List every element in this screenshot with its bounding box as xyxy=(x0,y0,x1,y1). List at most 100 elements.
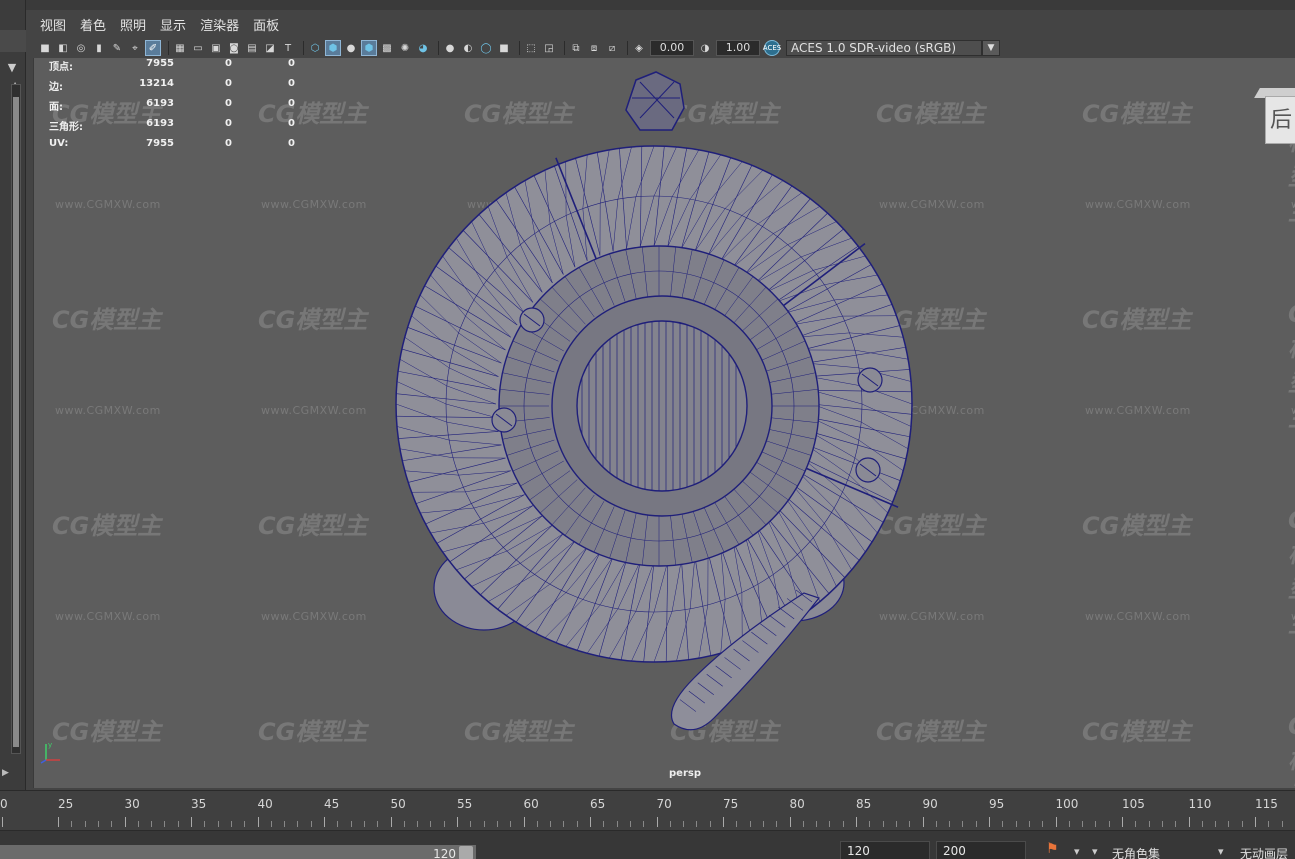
hud-value: 0 xyxy=(288,58,295,69)
timeline-minor-tick xyxy=(417,821,419,827)
character-set-select[interactable]: 无角色集 xyxy=(1112,845,1160,859)
timeline-tick-label: 55 xyxy=(457,797,473,811)
timeline-minor-tick xyxy=(629,821,631,827)
range-slider-handle[interactable] xyxy=(459,846,473,859)
timeline-minor-tick xyxy=(949,821,951,827)
image-plane-icon[interactable]: ▮ xyxy=(92,41,106,55)
exposure-field[interactable]: 0.00 xyxy=(650,40,694,56)
wireframe-cube-icon[interactable]: ⬡ xyxy=(308,41,322,55)
timeline-minor-tick xyxy=(1148,821,1150,827)
timeline-tick xyxy=(457,817,458,827)
2d-pan-zoom-icon[interactable]: ⌖ xyxy=(128,41,142,55)
gamma-field[interactable]: 1.00 xyxy=(716,40,760,56)
hud-value: 0 xyxy=(288,98,295,109)
timeline-minor-tick xyxy=(576,821,578,827)
depth-of-field-icon[interactable]: ■ xyxy=(497,41,511,55)
menu-shading[interactable]: 着色 xyxy=(80,15,106,34)
wireframe-model[interactable] xyxy=(34,58,1295,788)
timeline-minor-tick xyxy=(297,821,299,827)
isolate-select-icon[interactable]: ⬚ xyxy=(524,41,538,55)
collapse-arrow-icon[interactable]: ▼ xyxy=(4,62,20,74)
timeline-tick-label: 95 xyxy=(989,797,1005,811)
timeline-tick-label: 80 xyxy=(789,797,805,811)
menu-panels[interactable]: 面板 xyxy=(253,15,279,34)
default-material-icon[interactable]: ● xyxy=(344,41,358,55)
timeline-tick xyxy=(2,817,3,827)
range-slider[interactable] xyxy=(0,845,476,859)
lens-face xyxy=(576,320,748,492)
timeline-minor-tick xyxy=(111,821,113,827)
timeline-tick xyxy=(1188,817,1190,827)
film-gate-icon[interactable]: ▭ xyxy=(191,41,205,55)
timeline-minor-tick xyxy=(1108,821,1110,827)
camera-attributes-icon[interactable]: ◧ xyxy=(56,41,70,55)
timeline-minor-tick xyxy=(935,821,937,827)
auto-key-icon[interactable]: ⚑ xyxy=(1046,841,1062,859)
anim-layer-select[interactable]: 无动画层 xyxy=(1240,845,1288,859)
toolbar-separator xyxy=(564,41,565,55)
color-management-icon[interactable]: ACES xyxy=(763,40,781,56)
toolbar-separator xyxy=(438,41,439,55)
field-chart-icon[interactable]: ▤ xyxy=(245,41,259,55)
shadows-icon[interactable]: ◕ xyxy=(416,41,430,55)
timeline-minor-tick xyxy=(1042,821,1044,827)
hud-value: 0 xyxy=(225,58,232,69)
timeline-minor-tick xyxy=(669,821,671,827)
smooth-shade-cube-icon[interactable]: ⬢ xyxy=(325,40,341,56)
chevron-down-icon[interactable]: ▾ xyxy=(1074,845,1080,858)
menu-view[interactable]: 视图 xyxy=(40,15,66,34)
textured-icon[interactable]: ▩ xyxy=(380,41,394,55)
exposure-icon[interactable]: ◈ xyxy=(632,41,646,55)
xray-icon[interactable]: ◲ xyxy=(542,41,556,55)
timeline-tick-label: 45 xyxy=(324,797,340,811)
timeline-tick xyxy=(1122,817,1123,827)
timeline-tick xyxy=(257,817,259,827)
safe-action-icon[interactable]: ◪ xyxy=(263,41,277,55)
animation-end-field[interactable]: 200 xyxy=(936,841,1026,859)
grid-icon[interactable]: ▦ xyxy=(173,41,187,55)
timeline-tick xyxy=(324,817,325,827)
view-transform-select[interactable]: ACES 1.0 SDR-video (sRGB) xyxy=(786,40,982,56)
playback-end-field[interactable]: 120 xyxy=(840,841,930,859)
left-scrollbar[interactable] xyxy=(11,84,21,754)
menu-renderer[interactable]: 渲染器 xyxy=(200,15,239,34)
chevron-down-icon[interactable]: ▼ xyxy=(982,40,1000,56)
xray-active-components-icon[interactable]: ⧈ xyxy=(587,41,601,55)
timeline-tick-label: 75 xyxy=(723,797,739,811)
persp-viewport[interactable]: CG模型主 www.CGMXW.com CG模型主 www.CGMXW.com CG模型… xyxy=(33,58,1295,788)
timeline-minor-tick xyxy=(177,821,179,827)
chevron-down-icon[interactable]: ▾ xyxy=(1218,845,1224,858)
chevron-down-icon[interactable]: ▾ xyxy=(1092,845,1098,858)
wireframe-on-shaded-icon[interactable]: ⬢ xyxy=(361,40,377,56)
bookmark-camera-icon[interactable]: ◎ xyxy=(74,41,88,55)
grease-pencil-active-icon[interactable]: ✐ xyxy=(145,40,161,56)
motion-blur-icon[interactable]: ◐ xyxy=(461,41,475,55)
backface-culling-icon[interactable]: ⧄ xyxy=(605,41,619,55)
view-cube-back-face[interactable]: 后 xyxy=(1265,96,1295,144)
left-scrollbar-thumb[interactable] xyxy=(13,97,19,747)
gamma-icon[interactable]: ◑ xyxy=(698,41,712,55)
hud-row-uvs: UV: 7955 0 0 xyxy=(49,138,309,158)
grease-pencil-icon[interactable]: ✎ xyxy=(110,41,124,55)
timeline-minor-tick xyxy=(1028,821,1030,827)
hud-value: 6193 xyxy=(146,118,174,129)
time-slider[interactable]: 0 25 30 35 40 45 50 55 60 65 70 75 80 85 90 95 100 105 110… xyxy=(0,790,1295,830)
view-cube[interactable]: 后 xyxy=(1254,88,1295,144)
xray-joints-icon[interactable]: ⧉ xyxy=(569,41,583,55)
safe-title-icon[interactable]: T xyxy=(281,41,295,55)
timeline-minor-tick xyxy=(882,821,884,827)
timeline-minor-tick xyxy=(137,821,139,827)
menu-lighting[interactable]: 照明 xyxy=(120,15,146,34)
toolbar-separator xyxy=(519,41,520,55)
expand-right-icon[interactable]: ▶ xyxy=(2,768,9,778)
ambient-occlusion-icon[interactable]: ● xyxy=(443,41,457,55)
timeline-minor-tick xyxy=(962,821,964,827)
menu-show[interactable]: 显示 xyxy=(160,15,186,34)
select-camera-icon[interactable]: ■ xyxy=(38,41,52,55)
hud-value: 0 xyxy=(288,118,295,129)
gate-mask-icon[interactable]: ◙ xyxy=(227,41,241,55)
resolution-gate-icon[interactable]: ▣ xyxy=(209,41,223,55)
hud-row-triangles: 三角形: 6193 0 0 xyxy=(49,118,309,138)
use-all-lights-icon[interactable]: ✺ xyxy=(398,41,412,55)
anti-aliasing-icon[interactable]: ◯ xyxy=(479,41,493,55)
